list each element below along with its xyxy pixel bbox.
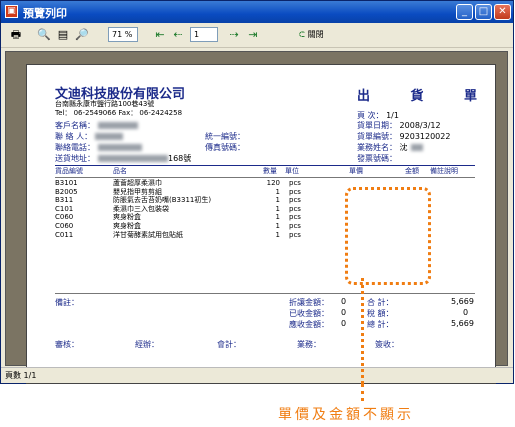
next-page-icon[interactable]: ⇢ [227, 27, 241, 43]
review-sign-label: 審核： [55, 340, 79, 349]
print-preview-window: ▣ 預覽列印 _ □ ✕ 🖶 🔍 ▤ 🔎 71 % ⇤ ⇠ 1 ⇢ ⇥ ⮈ 關閉… [0, 0, 514, 384]
company-phone: Tel： 06-2549066 Fax： 06-2424258 [55, 109, 183, 117]
table-header-underline [55, 177, 475, 178]
customer-name-label: 客戶名稱： [55, 120, 138, 131]
annotation-text: 單價及金額不顯示 [278, 407, 414, 423]
fax-label: 傳真號碼： [205, 143, 245, 152]
sales-sign-label: 業務： [297, 340, 321, 349]
zoom-input[interactable]: 71 % [108, 27, 138, 42]
items-bottom-line [55, 293, 475, 294]
total-value: 5,669 [451, 319, 474, 328]
tax-label: 稅 額： [367, 309, 394, 318]
zoom-out-icon[interactable]: 🔍 [37, 27, 51, 43]
item-name: 洋甘菊酵素試用包貼紙 [113, 230, 183, 239]
item-qty: 1 [275, 230, 280, 239]
total-label: 總 計： [367, 320, 394, 329]
subtotal-label: 合 計： [367, 298, 394, 307]
preview-area[interactable]: 文迪科技股份有限公司 台南縣永康市鹽行路100巷43號 Tel： 06-2549… [5, 51, 508, 384]
accounting-sign-label: 會計： [217, 340, 241, 349]
last-page-icon[interactable]: ⇥ [246, 27, 260, 43]
maximize-button[interactable]: □ [475, 4, 492, 20]
callout-line [361, 278, 364, 384]
receivable-label: 應收金額： [289, 320, 329, 329]
table-header: 貨品編號 品名 數量 單位 單價 金額 備註說明 [55, 167, 458, 175]
sales-name-label: 業務姓名： 沈 [357, 142, 423, 153]
exit-icon: ⮈ [299, 30, 306, 39]
zoom-in-icon[interactable]: 🔎 [75, 27, 89, 43]
subtotal-value: 5,669 [451, 297, 474, 306]
hidden-price-highlight [345, 187, 431, 285]
toolbar: 🖶 🔍 ▤ 🔎 71 % ⇤ ⇠ 1 ⇢ ⇥ ⮈ 關閉 [1, 23, 513, 48]
received-label: 已收金額： [289, 309, 329, 318]
item-code: C011 [55, 230, 74, 239]
contact-phone-label: 聯絡電話： [55, 142, 142, 153]
close-window-button[interactable]: ✕ [494, 4, 511, 20]
item-unit: pcs [289, 230, 301, 239]
contact-label: 聯 絡 人： [55, 131, 124, 142]
receivable-value: 0 [341, 319, 347, 328]
date-label: 貨單日期： 2008/3/12 [357, 121, 441, 130]
ship-address-label: 送貨地址： 168號 [55, 154, 192, 163]
window-title: 預覽列印 [23, 7, 67, 20]
discount-label: 折讓金額： [289, 298, 329, 307]
close-label: 關閉 [307, 30, 324, 39]
header-divider [55, 165, 475, 166]
order-no-label: 貨單編號： 9203120022 [357, 132, 451, 141]
close-preview-button[interactable]: ⮈ 關閉 [299, 26, 341, 43]
print-icon[interactable]: 🖶 [7, 27, 25, 43]
document-page: 文迪科技股份有限公司 台南縣永康市鹽行路100巷43號 Tel： 06-2549… [26, 64, 496, 384]
invoice-no-label: 發票號碼： [357, 154, 397, 163]
document-title: 出 貨 單 [357, 89, 496, 104]
status-bar: 頁數 1/1 [1, 367, 513, 383]
prev-page-icon[interactable]: ⇠ [171, 27, 185, 43]
tax-value: 0 [463, 308, 469, 317]
remark-label: 備註： [55, 298, 79, 307]
callout-line-outside [361, 384, 364, 401]
first-page-icon[interactable]: ⇤ [153, 27, 167, 43]
receiver-sign-label: 簽收： [375, 340, 399, 349]
tax-id-label: 統一編號： [205, 132, 245, 141]
handler-sign-label: 經辦： [135, 340, 159, 349]
page-view-icon[interactable]: ▤ [56, 27, 70, 43]
title-bar[interactable]: ▣ 預覽列印 _ □ ✕ [1, 1, 513, 23]
app-icon: ▣ [5, 5, 18, 18]
discount-value: 0 [341, 297, 347, 306]
page-number-input[interactable]: 1 [190, 27, 218, 42]
minimize-button[interactable]: _ [456, 4, 473, 20]
received-value: 0 [341, 308, 347, 317]
